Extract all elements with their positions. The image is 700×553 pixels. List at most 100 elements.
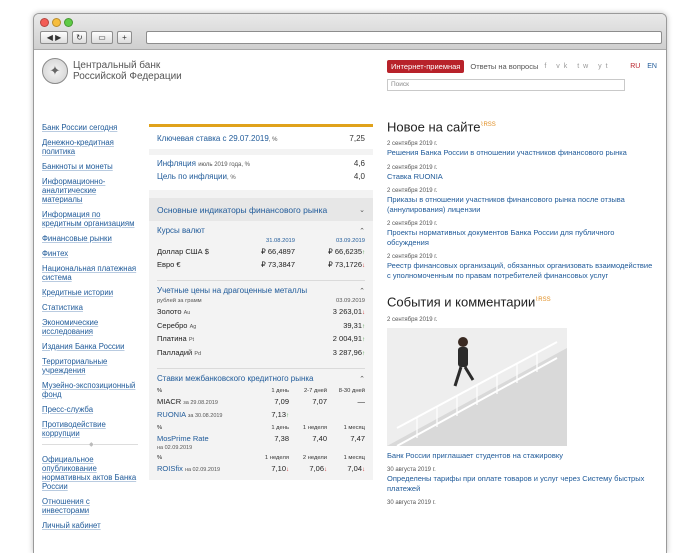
sidebar-item[interactable]: Информация по кредитным организациям [42, 210, 138, 228]
social-icons[interactable]: f vk tw yt [544, 63, 611, 70]
sidebar-item[interactable]: Кредитные истории [42, 288, 138, 297]
pct-label: % [157, 455, 163, 461]
staircase-photo[interactable] [387, 327, 567, 446]
miacr-label: MIACR [157, 397, 182, 406]
ruonia-link[interactable]: RUONIA [157, 410, 186, 419]
metal-platinum: Платина [157, 334, 187, 343]
interbank-title[interactable]: Ставки межбанковского кредитного рынка [157, 374, 314, 383]
bookmarks-button[interactable]: ▭ [91, 31, 113, 44]
sidebar-item[interactable]: Официальное опубликование нормативных ак… [42, 455, 138, 491]
news-link[interactable]: Ставка RUONIA [387, 172, 657, 182]
indicators-title-text[interactable]: Основные индикаторы финансового рынка [157, 205, 327, 215]
events-title-text[interactable]: События и комментарии [387, 295, 535, 310]
news-title[interactable]: Новое на сайте⌇RSS [387, 117, 657, 135]
fx-date-1[interactable]: 31.08.2019 [225, 237, 295, 246]
col-header: 1 месяц [343, 425, 365, 431]
sidebar-item[interactable]: Пресс-служба [42, 405, 138, 414]
lang-en[interactable]: EN [647, 63, 657, 70]
event-date: 30 августа 2019 г. [387, 467, 436, 474]
sidebar-item[interactable]: Финансовые рынки [42, 234, 138, 243]
chevron-up-icon[interactable]: ⌃ [359, 375, 365, 383]
sidebar-item[interactable]: Статистика [42, 303, 138, 312]
sidebar-item[interactable]: Национальная платежная система [42, 264, 138, 282]
rate-value-wrap: 7,06↓ [289, 463, 327, 476]
back-arrow-icon[interactable]: ◀ [47, 33, 53, 42]
target-label[interactable]: Цель по инфляции, % [157, 171, 236, 184]
roisfix-link[interactable]: ROISfix [157, 464, 183, 473]
news-link[interactable]: Приказы в отношении участников финансово… [387, 195, 657, 214]
forward-arrow-icon[interactable]: ▶ [55, 33, 61, 42]
address-bar[interactable] [146, 31, 662, 44]
key-rate-label[interactable]: Ключевая ставка с 29.07.2019, % [157, 134, 278, 143]
reload-button[interactable]: ↻ [72, 31, 87, 44]
staircase-image-icon [387, 327, 567, 446]
close-window-button[interactable] [40, 18, 49, 27]
reception-button[interactable]: Интернет-приемная [387, 60, 465, 73]
interbank-header[interactable]: Ставки межбанковского кредитного рынка ⌃ [149, 369, 373, 383]
back-forward-buttons[interactable]: ◀ ▶ [40, 31, 68, 44]
chevron-up-icon[interactable]: ⌃ [359, 227, 365, 235]
target-text[interactable]: Цель по инфляции [157, 172, 227, 181]
fx-eur-v2: ₽ 73,1726 [328, 260, 362, 269]
event-link[interactable]: Определены тарифы при оплате товаров и у… [387, 474, 657, 493]
minimize-window-button[interactable] [52, 18, 61, 27]
inflation-row[interactable]: Инфляция июль 2019 года, % 4,6 [157, 158, 365, 171]
search-input[interactable]: Поиск [387, 79, 625, 91]
news-title-text[interactable]: Новое на сайте [387, 119, 481, 134]
fx-table: 31.08.2019 03.09.2019 Доллар США $ ₽ 66,48… [149, 235, 373, 276]
rss-label[interactable]: RSS [538, 297, 550, 303]
metals-header[interactable]: Учетные цены на драгоценные металлы ⌃ [149, 281, 373, 295]
col-header: 2-7 дней [303, 388, 327, 394]
table-row: Платина Pt 2 004,91↑ [157, 333, 365, 347]
chevron-down-icon[interactable]: ⌄ [359, 206, 365, 214]
inflation-label[interactable]: Инфляция июль 2019 года, % [157, 158, 250, 171]
site-logo[interactable]: ✦ Центральный банк Российской Федерации [42, 58, 182, 84]
inflation-text[interactable]: Инфляция [157, 159, 196, 168]
sidebar-item[interactable]: Экономические исследования [42, 318, 138, 336]
indicators-title[interactable]: Основные индикаторы финансового рынка ⌄ [149, 198, 373, 221]
window-controls [40, 18, 73, 27]
news-link[interactable]: Проекты нормативных документов Банка Рос… [387, 228, 657, 247]
arrow-down-icon: ↓ [362, 263, 365, 269]
lang-ru[interactable]: RU [630, 63, 640, 70]
sidebar-item[interactable]: Банк России сегодня [42, 123, 138, 132]
mosprime-link[interactable]: MosPrime Rate [157, 434, 209, 443]
rate-value: 7,04 [347, 464, 362, 473]
key-rate-text[interactable]: Ключевая ставка с 29.07.2019 [157, 134, 269, 143]
news-link[interactable]: Решения Банка России в отношении участни… [387, 148, 657, 158]
interbank-table: % 1 день 2-7 дней 8-30 дней MIACR за 29.08.… [149, 383, 373, 480]
rss-icon[interactable]: ⌇RSS [535, 297, 550, 303]
rate-value: 7,38 [274, 434, 289, 443]
sidebar-item[interactable]: Издания Банка России [42, 342, 138, 351]
faq-link[interactable]: Ответы на вопросы [470, 62, 538, 71]
fx-date-2[interactable]: 03.09.2019 [295, 237, 365, 246]
sidebar-item[interactable]: Отношения с инвесторами [42, 497, 138, 515]
chevron-up-icon[interactable]: ⌃ [359, 287, 365, 295]
sidebar-item[interactable]: Личный кабинет [42, 521, 138, 530]
metal-silver: Серебро [157, 320, 188, 330]
event-caption-link[interactable]: Банк России приглашает студентов на стаж… [387, 451, 657, 461]
events-title[interactable]: События и комментарии⌇RSS [387, 292, 657, 310]
fx-title[interactable]: Курсы валют [157, 226, 205, 235]
rss-label[interactable]: RSS [483, 122, 495, 128]
target-row[interactable]: Цель по инфляции, % 4,0 [157, 171, 365, 184]
sidebar-item[interactable]: Денежно-кредитная политика [42, 138, 138, 156]
zoom-window-button[interactable] [64, 18, 73, 27]
pct-label: % [157, 425, 163, 431]
key-rate-row[interactable]: Ключевая ставка с 29.07.2019, % 7,25 [149, 127, 373, 149]
rss-icon[interactable]: ⌇RSS [481, 122, 496, 128]
table-row: MIACR за 29.08.2019 7,09 7,07 — [157, 396, 365, 409]
rate-value: 7,06 [309, 464, 324, 473]
sidebar-item[interactable]: Информационно-аналитические материалы [42, 177, 138, 204]
sidebar-item[interactable]: Банкноты и монеты [42, 162, 138, 171]
table-row: Евро € ₽ 73,3847 ₽ 73,1726↓ [157, 259, 365, 272]
sidebar-item[interactable]: Финтех [42, 249, 138, 258]
sidebar-item[interactable]: Противодействие коррупции [42, 420, 138, 438]
fx-usd-v2-wrap: ₽ 66,6235↑ [295, 246, 365, 259]
fx-header[interactable]: Курсы валют ⌃ [149, 221, 373, 235]
sidebar-item[interactable]: Музейно-экспозиционный фонд [42, 381, 138, 399]
metals-title[interactable]: Учетные цены на драгоценные металлы [157, 286, 307, 295]
new-tab-button[interactable]: + [117, 31, 132, 44]
news-link[interactable]: Реестр финансовых организаций, обязанных… [387, 261, 657, 280]
sidebar-item[interactable]: Территориальные учреждения [42, 357, 138, 375]
